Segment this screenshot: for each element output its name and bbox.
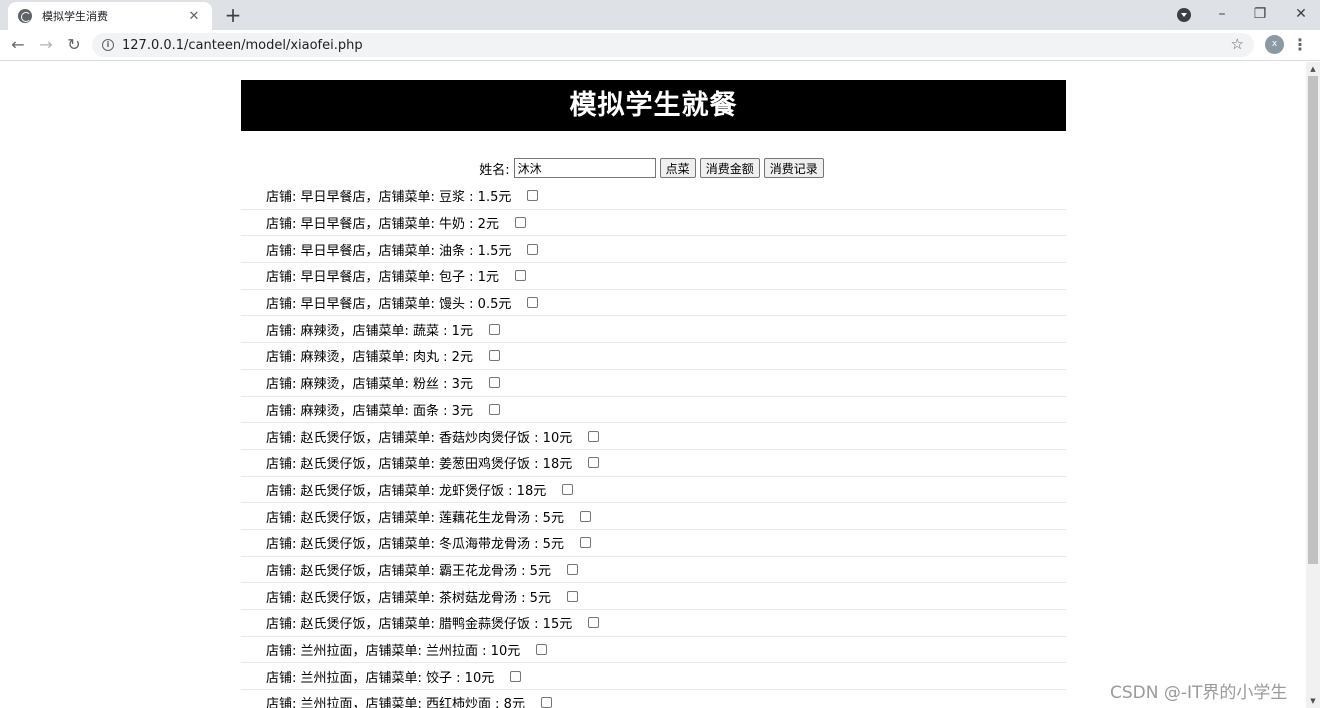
- menu-list: 店铺: 早日早餐店，店铺菜单: 豆浆 : 1.5元 店铺: 早日早餐店，店铺菜单:…: [241, 183, 1066, 708]
- close-window-icon[interactable]: ✕: [1282, 0, 1320, 30]
- menu-item-checkbox[interactable]: [488, 377, 500, 389]
- menu-item-row: 店铺: 赵氏煲仔饭，店铺菜单: 茶树菇龙骨汤 : 5元: [241, 583, 1066, 610]
- menu-item-checkbox[interactable]: [566, 563, 578, 575]
- menu-item-checkbox[interactable]: [588, 430, 600, 442]
- menu-item-label: 店铺: 赵氏煲仔饭，店铺菜单: 霸王花龙骨汤 : 5元: [266, 563, 551, 579]
- globe-icon: [18, 9, 32, 23]
- menu-item-label: 店铺: 麻辣烫，店铺菜单: 面条 : 3元: [266, 403, 473, 419]
- menu-item-checkbox[interactable]: [514, 270, 526, 282]
- menu-item-checkbox[interactable]: [579, 537, 591, 549]
- menu-item-row: 店铺: 麻辣烫，店铺菜单: 肉丸 : 2元: [241, 343, 1066, 370]
- menu-item-row: 店铺: 麻辣烫，店铺菜单: 蔬菜 : 1元: [241, 316, 1066, 344]
- menu-item-label: 店铺: 赵氏煲仔饭，店铺菜单: 茶树菇龙骨汤 : 5元: [266, 590, 551, 606]
- menu-item-row: 店铺: 赵氏煲仔饭，店铺菜单: 冬瓜海带龙骨汤 : 5元: [241, 530, 1066, 557]
- menu-item-row: 店铺: 赵氏煲仔饭，店铺菜单: 霸王花龙骨汤 : 5元: [241, 557, 1066, 584]
- menu-item-label: 店铺: 早日早餐店，店铺菜单: 牛奶 : 2元: [266, 217, 499, 233]
- menu-item-checkbox[interactable]: [540, 697, 552, 708]
- browser-toolbar: ← → ↻ i 127.0.0.1/canteen/model/xiaofei.…: [0, 30, 1320, 61]
- browser-tab[interactable]: 模拟学生消费 ✕: [8, 2, 212, 30]
- page-header: 模拟学生就餐: [241, 80, 1066, 131]
- menu-item-checkbox[interactable]: [536, 644, 548, 656]
- menu-item-label: 店铺: 早日早餐店，店铺菜单: 油条 : 1.5元: [266, 243, 512, 259]
- reload-icon[interactable]: ↻: [63, 34, 85, 56]
- menu-item-label: 店铺: 兰州拉面，店铺菜单: 饺子 : 10元: [266, 670, 495, 686]
- address-bar[interactable]: i 127.0.0.1/canteen/model/xiaofei.php ☆: [92, 33, 1254, 57]
- menu-item-row: 店铺: 兰州拉面，店铺菜单: 饺子 : 10元: [241, 663, 1066, 691]
- info-icon[interactable]: i: [102, 39, 114, 51]
- back-icon[interactable]: ←: [7, 34, 29, 56]
- menu-item-label: 店铺: 赵氏煲仔饭，店铺菜单: 龙虾煲仔饭 : 18元: [266, 483, 547, 499]
- scroll-up-icon[interactable]: ▲: [1306, 62, 1320, 76]
- page-scrollbar[interactable]: ▲ ▼: [1306, 62, 1320, 708]
- menu-item-row: 店铺: 早日早餐店，店铺菜单: 牛奶 : 2元: [241, 210, 1066, 237]
- restore-icon[interactable]: ❐: [1241, 0, 1279, 30]
- menu-item-row: 店铺: 赵氏煲仔饭，店铺菜单: 香菇炒肉煲仔饭 : 10元: [241, 423, 1066, 450]
- menu-item-row: 店铺: 赵氏煲仔饭，店铺菜单: 腊鸭金蒜煲仔饭 : 15元: [241, 610, 1066, 637]
- menu-item-label: 店铺: 赵氏煲仔饭，店铺菜单: 冬瓜海带龙骨汤 : 5元: [266, 537, 564, 553]
- menu-item-row: 店铺: 兰州拉面，店铺菜单: 西红柿炒面 : 8元: [241, 690, 1066, 708]
- url-text[interactable]: 127.0.0.1/canteen/model/xiaofei.php: [122, 38, 363, 53]
- menu-item-label: 店铺: 早日早餐店，店铺菜单: 包子 : 1元: [266, 270, 499, 286]
- menu-item-checkbox[interactable]: [566, 590, 578, 602]
- menu-item-label: 店铺: 兰州拉面，店铺菜单: 兰州拉面 : 10元: [266, 644, 521, 660]
- forward-icon[interactable]: →: [35, 34, 57, 56]
- menu-item-label: 店铺: 早日早餐店，店铺菜单: 馒头 : 0.5元: [266, 297, 512, 313]
- watermark: CSDN @-IT界的小学生: [1110, 683, 1288, 703]
- menu-item-row: 店铺: 兰州拉面，店铺菜单: 兰州拉面 : 10元: [241, 637, 1066, 664]
- menu-item-checkbox[interactable]: [514, 217, 526, 229]
- tab-title: 模拟学生消费: [42, 10, 108, 23]
- name-label: 姓名:: [479, 162, 510, 178]
- menu-item-checkbox[interactable]: [588, 457, 600, 469]
- new-tab-button[interactable]: +: [222, 4, 244, 26]
- menu-item-label: 店铺: 麻辣烫，店铺菜单: 粉丝 : 3元: [266, 377, 473, 393]
- menu-item-checkbox[interactable]: [588, 617, 600, 629]
- menu-item-checkbox[interactable]: [527, 297, 539, 309]
- profile-avatar[interactable]: x: [1265, 35, 1284, 54]
- scroll-thumb[interactable]: [1308, 76, 1318, 564]
- menu-item-row: 店铺: 早日早餐店，店铺菜单: 油条 : 1.5元: [241, 236, 1066, 264]
- minimize-icon[interactable]: –: [1203, 0, 1241, 30]
- page-title: 模拟学生就餐: [569, 90, 738, 121]
- menu-item-label: 店铺: 赵氏煲仔饭，店铺菜单: 莲藕花生龙骨汤 : 5元: [266, 510, 564, 526]
- menu-item-label: 店铺: 麻辣烫，店铺菜单: 肉丸 : 2元: [266, 350, 473, 366]
- menu-item-row: 店铺: 赵氏煲仔饭，店铺菜单: 姜葱田鸡煲仔饭 : 18元: [241, 450, 1066, 477]
- amount-button[interactable]: 消费金额: [699, 158, 760, 178]
- menu-item-row: 店铺: 麻辣烫，店铺菜单: 粉丝 : 3元: [241, 370, 1066, 397]
- menu-item-checkbox[interactable]: [510, 670, 522, 682]
- browser-menu-icon[interactable]: ⋮: [1292, 33, 1308, 57]
- menu-item-checkbox[interactable]: [527, 190, 539, 202]
- menu-item-label: 店铺: 赵氏煲仔饭，店铺菜单: 姜葱田鸡煲仔饭 : 18元: [266, 457, 573, 473]
- menu-item-label: 店铺: 兰州拉面，店铺菜单: 西红柿炒面 : 8元: [266, 697, 525, 708]
- records-button[interactable]: 消费记录: [763, 158, 824, 178]
- menu-item-checkbox[interactable]: [488, 323, 500, 335]
- menu-item-label: 店铺: 麻辣烫，店铺菜单: 蔬菜 : 1元: [266, 323, 473, 339]
- menu-item-label: 店铺: 早日早餐店，店铺菜单: 豆浆 : 1.5元: [266, 190, 512, 206]
- menu-item-row: 店铺: 赵氏煲仔饭，店铺菜单: 莲藕花生龙骨汤 : 5元: [241, 503, 1066, 530]
- page-viewport: 模拟学生就餐 姓名: 点菜 消费金额 消费记录 店铺: 早日早餐店，店铺菜单: …: [0, 62, 1306, 708]
- bookmark-star-icon[interactable]: ☆: [1231, 35, 1244, 53]
- scroll-down-icon[interactable]: ▼: [1306, 694, 1320, 708]
- menu-item-checkbox[interactable]: [579, 510, 591, 522]
- menu-item-row: 店铺: 早日早餐店，店铺菜单: 豆浆 : 1.5元: [241, 183, 1066, 210]
- menu-item-label: 店铺: 赵氏煲仔饭，店铺菜单: 香菇炒肉煲仔饭 : 10元: [266, 430, 573, 446]
- menu-item-label: 店铺: 赵氏煲仔饭，店铺菜单: 腊鸭金蒜煲仔饭 : 15元: [266, 617, 573, 633]
- name-input[interactable]: [513, 158, 656, 178]
- menu-item-checkbox[interactable]: [527, 243, 539, 255]
- menu-item-row: 店铺: 早日早餐店，店铺菜单: 馒头 : 0.5元: [241, 290, 1066, 317]
- menu-item-checkbox[interactable]: [488, 403, 500, 415]
- tab-strip: 模拟学生消费 ✕ + – ❐ ✕: [0, 0, 1320, 30]
- menu-item-row: 店铺: 赵氏煲仔饭，店铺菜单: 龙虾煲仔饭 : 18元: [241, 477, 1066, 504]
- menu-item-checkbox[interactable]: [488, 350, 500, 362]
- tab-search-icon[interactable]: [1177, 8, 1191, 22]
- name-form: 姓名: 点菜 消费金额 消费记录: [241, 157, 1066, 179]
- order-button[interactable]: 点菜: [659, 158, 696, 178]
- menu-item-row: 店铺: 早日早餐店，店铺菜单: 包子 : 1元: [241, 263, 1066, 290]
- menu-item-row: 店铺: 麻辣烫，店铺菜单: 面条 : 3元: [241, 397, 1066, 424]
- close-tab-icon[interactable]: ✕: [186, 9, 202, 24]
- menu-item-checkbox[interactable]: [562, 483, 574, 495]
